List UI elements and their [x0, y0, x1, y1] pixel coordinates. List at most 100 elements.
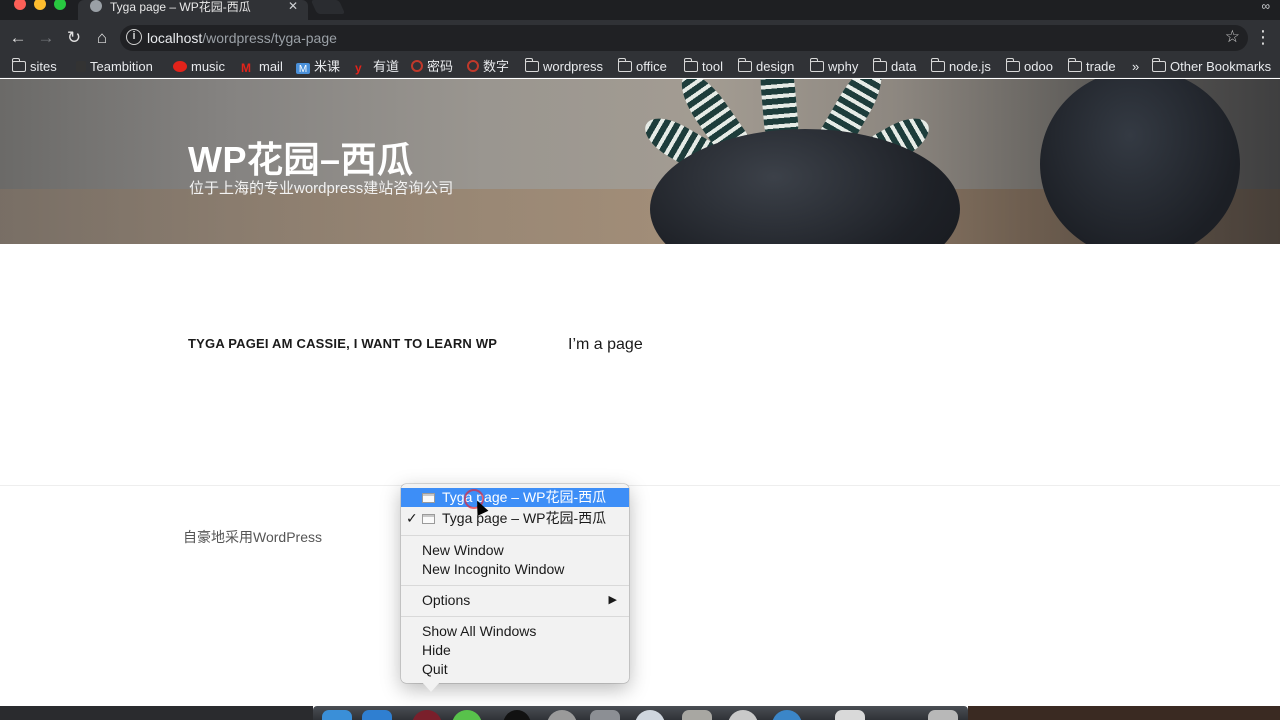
bookmark-label: data	[891, 59, 917, 74]
bookmark-label: Teambition	[90, 59, 153, 74]
menu-item-window-1[interactable]: Tyga page – WP花园-西瓜	[401, 488, 629, 507]
trash-dock-icon[interactable]	[928, 710, 958, 720]
new-tab-button[interactable]	[310, 0, 346, 14]
bookmark-label: music	[191, 59, 225, 74]
bookmark-wphy[interactable]: wphy	[809, 58, 859, 76]
folder-icon	[1151, 58, 1166, 72]
chrome-menu-icon[interactable]: ⋮	[1254, 26, 1272, 48]
launchpad-dock-icon[interactable]	[362, 710, 392, 720]
site-title[interactable]: WP花园–西瓜	[188, 131, 414, 183]
incognito-profile-icon[interactable]: ∞	[1261, 0, 1270, 13]
folder-icon	[872, 58, 887, 72]
menu-item-show-all-windows[interactable]: Show All Windows	[401, 622, 629, 641]
forward-button[interactable]: →	[34, 26, 58, 50]
close-window-button[interactable]	[14, 0, 26, 10]
menu-separator	[401, 535, 629, 536]
back-button[interactable]: ←	[6, 26, 30, 50]
document-dock-icon[interactable]	[835, 710, 865, 720]
bookmark-password[interactable]: 密码	[411, 58, 453, 76]
bookmark-teambition[interactable]: Teambition	[76, 58, 153, 76]
bookmark-label: sites	[30, 59, 57, 74]
other-bookmarks[interactable]: Other Bookmarks	[1151, 58, 1272, 76]
bookmark-youdao[interactable]: y 有道	[355, 58, 399, 76]
app-dock-icon[interactable]	[590, 710, 620, 720]
menu-item-quit[interactable]: Quit	[401, 660, 629, 679]
url-path: /wordpress/tyga-page	[202, 30, 337, 46]
bookmark-trade[interactable]: trade	[1067, 58, 1116, 76]
site-header-image: WP花园–西瓜 位于上海的专业wordpress建站咨询公司	[0, 79, 1280, 244]
bookmark-music[interactable]: music	[173, 58, 225, 76]
url-host: localhost	[147, 30, 203, 46]
preview-dock-icon[interactable]	[682, 710, 712, 720]
folder-icon	[1067, 58, 1082, 72]
menu-item-options[interactable]: Options ▶	[401, 591, 629, 610]
bookmarks-bar: sites Teambition music Mmail M 米课 y 有道 密码 …	[0, 56, 1280, 78]
bookmark-label: 米课	[314, 59, 341, 74]
bookmark-nodejs[interactable]: node.js	[930, 58, 991, 76]
folder-icon	[809, 58, 824, 72]
folder-icon	[930, 58, 945, 72]
bookmark-mike[interactable]: M 米课	[296, 58, 340, 76]
folder-icon	[1005, 58, 1020, 72]
bookmark-label: 有道	[373, 59, 400, 74]
numbers-icon	[467, 60, 479, 72]
bookmark-label: wphy	[828, 59, 859, 74]
bookmarks-overflow-button[interactable]: »	[1132, 58, 1139, 76]
password-icon	[411, 60, 423, 72]
bookmark-tool[interactable]: tool	[683, 58, 723, 76]
bookmark-office[interactable]: office	[617, 58, 667, 76]
finder-dock-icon[interactable]	[322, 710, 352, 720]
bookmark-data[interactable]: data	[872, 58, 917, 76]
dock-context-menu: Tyga page – WP花园-西瓜 ✓ Tyga page – WP花园-西瓜…	[401, 484, 629, 683]
home-button[interactable]: ⌂	[90, 26, 114, 50]
page-title: TYGA PAGEI AM CASSIE, I WANT TO LEARN WP	[188, 336, 498, 351]
blurred-pot	[1040, 79, 1240, 244]
menu-item-label: Tyga page – WP花园-西瓜	[442, 510, 607, 526]
bookmark-mail[interactable]: Mmail	[241, 58, 283, 76]
footer-divider	[0, 485, 1280, 486]
desktop-background	[0, 706, 313, 720]
bookmark-label: trade	[1086, 59, 1116, 74]
tab-strip: Tyga page – WP花园-西瓜 ✕ ∞	[0, 0, 1280, 20]
youdao-icon: y	[355, 61, 362, 75]
mike-icon: M	[296, 63, 310, 75]
minimize-window-button[interactable]	[34, 0, 46, 10]
bookmark-label: Other Bookmarks	[1170, 59, 1272, 74]
bookmark-label: node.js	[949, 59, 991, 74]
menu-item-window-2[interactable]: ✓ Tyga page – WP花园-西瓜	[401, 509, 629, 528]
bookmark-odoo[interactable]: odoo	[1005, 58, 1053, 76]
bookmark-wordpress[interactable]: wordpress	[524, 58, 603, 76]
bookmark-design[interactable]: design	[737, 58, 795, 76]
menu-item-new-incognito-window[interactable]: New Incognito Window	[401, 560, 629, 579]
window-icon	[422, 514, 435, 524]
address-bar[interactable]: i localhost/wordpress/tyga-page ☆	[120, 25, 1248, 51]
bookmark-star-icon[interactable]: ☆	[1225, 27, 1240, 47]
bookmark-label: 密码	[427, 59, 454, 74]
site-description: 位于上海的专业wordpress建站咨询公司	[189, 180, 454, 197]
footer-credit-link[interactable]: 自豪地采用WordPress	[183, 527, 322, 547]
desktop-background	[968, 706, 1280, 720]
bookmark-label: office	[636, 59, 667, 74]
bookmark-label: 数字	[483, 59, 510, 74]
bookmark-numbers[interactable]: 数字	[467, 58, 509, 76]
menu-item-hide[interactable]: Hide	[401, 641, 629, 660]
bookmark-label: design	[756, 59, 795, 74]
browser-toolbar: ← → ↻ ⌂ i localhost/wordpress/tyga-page …	[0, 20, 1280, 56]
teambition-icon	[76, 61, 86, 72]
window-icon	[422, 493, 435, 503]
tab-close-icon[interactable]: ✕	[288, 0, 298, 13]
info-icon[interactable]: i	[126, 29, 142, 45]
bookmark-label: mail	[259, 59, 283, 74]
zoom-window-button[interactable]	[54, 0, 66, 10]
menu-item-label: Options	[422, 592, 471, 608]
reload-button[interactable]: ↻	[62, 26, 86, 50]
folder-icon	[737, 58, 752, 72]
bookmark-sites[interactable]: sites	[11, 58, 57, 76]
bookmark-label: wordpress	[543, 59, 603, 74]
tab-active[interactable]: Tyga page – WP花园-西瓜 ✕	[78, 0, 308, 20]
folder-icon	[524, 58, 539, 72]
menu-item-new-window[interactable]: New Window	[401, 541, 629, 560]
menu-pointer	[422, 682, 440, 692]
url-text[interactable]: localhost/wordpress/tyga-page	[147, 30, 337, 46]
screen: Tyga page – WP花园-西瓜 ✕ ∞ ← → ↻ ⌂ i localh…	[0, 0, 1280, 720]
